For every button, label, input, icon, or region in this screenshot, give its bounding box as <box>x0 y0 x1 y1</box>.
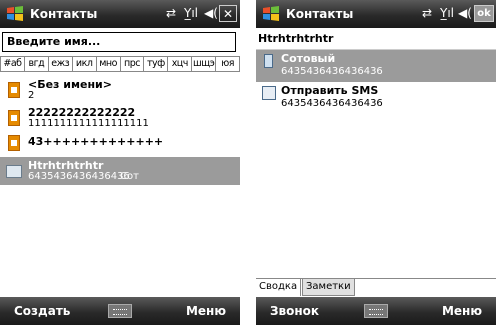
contact-name-header: Htrhtrhtrhtr <box>258 32 334 45</box>
contact-list-item[interactable]: 22222222222222 1111111111111111111 <box>0 104 240 132</box>
contact-detail: 6435436436436436 <box>28 171 130 182</box>
contact-vcard-icon <box>6 165 22 178</box>
phone-type: Сот <box>120 171 139 182</box>
contacts-list-screen: Контакты ⇄ Y̲ıl ◀( ✕ Введите имя... #аб … <box>0 0 240 325</box>
contact-list-item-selected[interactable]: Htrhtrhtrhtr 6435436436436436 Сот <box>0 157 240 185</box>
screen-gap <box>240 0 256 325</box>
alpha-group[interactable]: #аб <box>0 56 25 72</box>
app-title: Контакты <box>30 7 98 21</box>
signal-icon[interactable]: Y̲ıl <box>440 6 454 20</box>
alpha-group[interactable]: прс <box>120 56 145 72</box>
alpha-group[interactable]: икл <box>72 56 97 72</box>
new-contact-softkey[interactable]: Создать <box>14 304 70 318</box>
volume-icon[interactable]: ◀( <box>204 6 218 20</box>
windows-start-icon[interactable] <box>6 5 24 23</box>
connectivity-icon[interactable]: ⇄ <box>422 6 432 20</box>
send-sms-row[interactable]: Отправить SMS 6435436436436436 <box>256 82 496 114</box>
detail-value: 6435436436436436 <box>281 66 383 77</box>
contact-list-item[interactable]: <Без имени> 2 <box>0 76 240 104</box>
alpha-group[interactable]: туф <box>144 56 169 72</box>
alpha-group[interactable]: мно <box>96 56 121 72</box>
sms-icon <box>262 86 276 100</box>
contact-name: <Без имени> <box>28 78 112 91</box>
alpha-group[interactable]: хцч <box>168 56 193 72</box>
alpha-group[interactable]: вгд <box>24 56 49 72</box>
contact-detail-screen: Контакты ⇄ Y̲ıl ◀( ok Htrhtrhtrhtr Сотов… <box>256 0 496 325</box>
alpha-group[interactable]: юя <box>216 56 240 72</box>
app-title: Контакты <box>286 7 354 21</box>
volume-icon[interactable]: ◀( <box>458 6 472 20</box>
connectivity-icon[interactable]: ⇄ <box>166 6 176 20</box>
contact-detail: 1111111111111111111 <box>28 118 149 129</box>
close-button[interactable]: ✕ <box>219 5 237 22</box>
call-softkey[interactable]: Звонок <box>270 304 319 318</box>
tab-notes[interactable]: Заметки <box>302 279 355 296</box>
menu-softkey[interactable]: Меню <box>186 304 226 318</box>
keyboard-icon[interactable] <box>108 304 132 318</box>
tab-bar: Сводка Заметки <box>256 278 496 297</box>
softkey-bar: Звонок Меню <box>256 297 496 325</box>
detail-value: 6435436436436436 <box>281 98 383 109</box>
contact-card-icon <box>8 82 20 98</box>
contact-list-item[interactable]: 43+++++++++++++ <box>0 132 240 154</box>
alphabet-filter-bar: #аб вгд ежз икл мно прс туф хцч шщэ юя <box>0 56 240 72</box>
windows-start-icon[interactable] <box>262 5 280 23</box>
keyboard-icon[interactable] <box>364 304 388 318</box>
search-input[interactable]: Введите имя... <box>2 32 236 52</box>
contact-name: 43+++++++++++++ <box>28 135 164 148</box>
ok-button[interactable]: ok <box>474 5 494 22</box>
title-bar: Контакты ⇄ Y̲ıl ◀( ✕ <box>0 0 240 28</box>
contact-detail: 2 <box>28 90 35 101</box>
softkey-bar: Создать Меню <box>0 297 240 325</box>
menu-softkey[interactable]: Меню <box>442 304 482 318</box>
contact-card-icon <box>8 135 20 151</box>
detail-label: Сотовый <box>281 52 336 65</box>
tab-summary[interactable]: Сводка <box>256 279 302 296</box>
mobile-phone-row[interactable]: Сотовый 6435436436436436 <box>256 50 496 82</box>
contact-card-icon <box>8 110 20 126</box>
alpha-group[interactable]: шщэ <box>192 56 217 72</box>
mobile-phone-icon <box>264 54 273 68</box>
title-bar: Контакты ⇄ Y̲ıl ◀( ok <box>256 0 496 28</box>
signal-icon[interactable]: Y̲ıl <box>184 6 198 20</box>
detail-label: Отправить SMS <box>281 84 379 97</box>
alpha-group[interactable]: ежз <box>48 56 73 72</box>
